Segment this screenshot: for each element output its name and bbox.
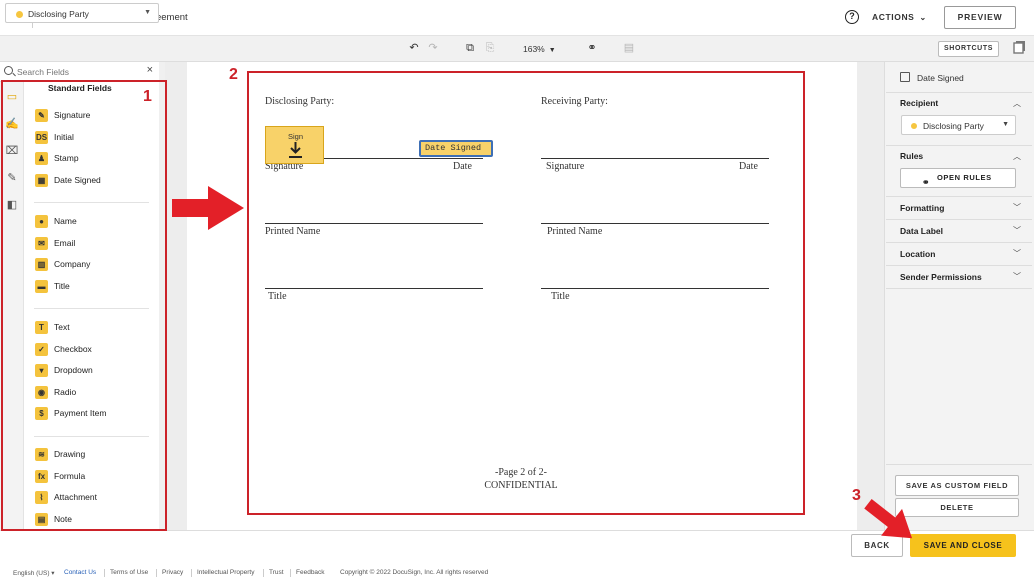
save-as-custom-field-button[interactable]: SAVE AS CUSTOM FIELD (895, 475, 1019, 496)
rules-section-header[interactable]: Rules (900, 151, 923, 161)
chevron-down-icon[interactable]: ﹀ (1013, 271, 1021, 282)
caret-down-icon: ▼ (144, 9, 151, 16)
open-rules-button[interactable]: ⚭ OPEN RULES (900, 168, 1016, 188)
recipient-color-dot (911, 123, 917, 129)
pages-panel-icon[interactable] (1013, 40, 1027, 54)
divider (886, 196, 1032, 197)
callout-arrow-diagonal (864, 499, 913, 539)
field-recipient-value: Disclosing Party (923, 121, 984, 131)
chevron-down-icon[interactable]: ﹀ (1013, 202, 1021, 213)
search-icon (4, 66, 13, 75)
chevron-up-icon[interactable]: ︿ (1013, 151, 1021, 162)
zoom-value: 163% (523, 44, 545, 54)
callout-box-document (247, 71, 805, 515)
paste-icon[interactable]: ⎘ (483, 41, 497, 55)
callout-number-3: 3 (852, 487, 861, 504)
divider (263, 569, 264, 577)
copyright-text: Copyright © 2022 DocuSign, Inc. All righ… (340, 569, 489, 576)
help-icon[interactable]: ? (845, 10, 859, 24)
divider (886, 145, 1032, 146)
divider (886, 92, 1032, 93)
divider (886, 288, 1032, 289)
search-fields: × (0, 62, 160, 82)
terms-link[interactable]: Terms of Use (110, 569, 148, 576)
sender-permissions-section-header[interactable]: Sender Permissions (900, 272, 982, 282)
location-section-header[interactable]: Location (900, 249, 935, 259)
zoom-select[interactable]: 163% ▼ (523, 44, 556, 54)
caret-down-icon: ▼ (548, 47, 556, 54)
redo-icon[interactable]: ↷ (426, 41, 440, 55)
callout-box-fields-panel (1, 80, 167, 531)
shortcuts-button[interactable]: SHORTCUTS (938, 41, 999, 57)
preview-button[interactable]: PREVIEW (944, 6, 1016, 29)
chevron-down-icon[interactable]: ﹀ (1013, 225, 1021, 236)
caret-down-icon: ▼ (1002, 121, 1009, 128)
callout-arrow-right (172, 186, 244, 230)
actions-menu-button[interactable]: ACTIONS ⌄ (872, 12, 927, 22)
recipient-section-header[interactable]: Recipient (900, 98, 938, 108)
divider (156, 569, 157, 577)
open-rules-label: OPEN RULES (937, 173, 992, 182)
feedback-link[interactable]: Feedback (296, 569, 325, 576)
formatting-section-header[interactable]: Formatting (900, 203, 944, 213)
trust-link[interactable]: Trust (269, 569, 284, 576)
save-and-close-button[interactable]: SAVE AND CLOSE (910, 534, 1016, 557)
language-select[interactable]: English (US) ▾ (13, 569, 55, 577)
privacy-link[interactable]: Privacy (162, 569, 183, 576)
search-fields-input[interactable] (17, 65, 137, 79)
editor-toolbar (0, 36, 1034, 62)
copy-icon[interactable]: ⧉ (463, 41, 477, 55)
divider (886, 219, 1032, 220)
callout-number-2: 2 (229, 66, 238, 83)
clear-search-icon[interactable]: × (147, 64, 153, 76)
divider (886, 265, 1032, 266)
recipient-color-dot (16, 11, 23, 18)
actions-label: ACTIONS (872, 12, 915, 22)
chevron-up-icon[interactable]: ︿ (1013, 98, 1021, 109)
properties-icon[interactable]: ▤ (622, 41, 636, 55)
recipient-select-value: Disclosing Party (28, 9, 89, 19)
divider (886, 464, 1032, 465)
divider (290, 569, 291, 577)
rules-icon: ⚭ (922, 177, 931, 187)
divider (886, 242, 1032, 243)
selected-field-title: Date Signed (917, 73, 964, 83)
field-recipient-select[interactable]: Disclosing Party ▼ (901, 115, 1016, 135)
fields-rules-icon[interactable]: ⚭ (585, 41, 599, 55)
divider (191, 569, 192, 577)
intellectual-property-link[interactable]: Intellectual Property (197, 569, 254, 576)
calendar-icon (900, 72, 910, 82)
callout-number-1: 1 (143, 88, 152, 105)
data-label-section-header[interactable]: Data Label (900, 226, 943, 236)
recipient-select[interactable]: Disclosing Party ▼ (5, 3, 159, 23)
contact-us-link[interactable]: Contact Us (64, 569, 96, 576)
chevron-down-icon[interactable]: ﹀ (1013, 248, 1021, 259)
chevron-down-icon: ⌄ (919, 13, 927, 22)
undo-icon[interactable]: ↶ (407, 41, 421, 55)
divider (104, 569, 105, 577)
